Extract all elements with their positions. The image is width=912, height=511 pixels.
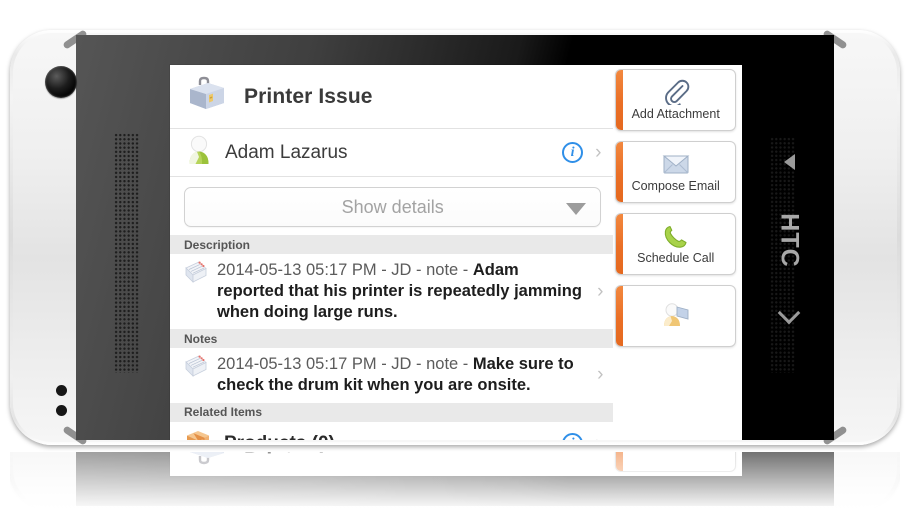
package-box-icon — [184, 427, 212, 440]
app-main-column: Printer Issue Adam Lazarus i › Show deta… — [170, 65, 614, 440]
section-header-notes: Notes — [170, 329, 614, 349]
schedule-call-button[interactable]: Schedule Call — [615, 213, 736, 275]
sensor-hole-2 — [56, 405, 67, 416]
notepad-icon — [182, 259, 208, 290]
paperclip-icon — [661, 79, 691, 105]
show-details-button[interactable]: Show details — [184, 187, 602, 227]
description-text: 2014-05-13 05:17 PM - JD - note - Adam r… — [217, 261, 582, 322]
home-chevron-icon[interactable] — [777, 301, 801, 325]
show-details-label: Show details — [341, 196, 444, 217]
phone-handset-icon — [662, 223, 690, 249]
section-header-related-items: Related Items — [170, 402, 614, 422]
briefcase-icon — [186, 76, 228, 117]
reflection-fade — [10, 452, 900, 511]
description-row[interactable]: 2014-05-13 05:17 PM - JD - note - Adam r… — [170, 254, 613, 329]
compose-email-label: Compose Email — [631, 179, 720, 193]
products-label: Products (0) — [224, 433, 550, 440]
front-camera-icon — [45, 66, 77, 98]
envelope-icon — [660, 151, 692, 177]
page-title: Printer Issue — [244, 84, 373, 108]
speaker-grille-left — [114, 133, 140, 373]
back-triangle-icon[interactable] — [783, 154, 795, 170]
phone-branding-column: HTC — [766, 35, 812, 440]
chevron-right-icon: › — [595, 434, 601, 440]
notes-row[interactable]: 2014-05-13 05:17 PM - JD - note - Make s… — [170, 348, 613, 402]
screenshot-stage: Printer Issue Adam Lazarus i › Show deta… — [0, 0, 912, 511]
notes-text: 2014-05-13 05:17 PM - JD - note - Make s… — [217, 355, 574, 395]
htc-phone-device: Printer Issue Adam Lazarus i › Show deta… — [10, 29, 900, 446]
app-header: Printer Issue — [170, 65, 614, 129]
section-header-description: Description — [170, 235, 614, 254]
add-attachment-button[interactable]: Add Attachment — [615, 69, 736, 131]
device-reflection: Printer Issue Adam Lazarus i › — [10, 452, 900, 511]
chevron-right-icon: › — [597, 364, 604, 386]
info-circle-icon[interactable]: i — [562, 142, 584, 163]
person-task-icon — [661, 302, 691, 328]
caret-down-icon — [566, 203, 587, 215]
contact-name: Adam Lazarus — [225, 141, 348, 163]
person-icon — [186, 135, 213, 170]
compose-email-button[interactable]: Compose Email — [615, 141, 736, 203]
details-toggle-wrapper: Show details — [170, 177, 613, 235]
add-attachment-label: Add Attachment — [631, 107, 720, 121]
htc-logo: HTC — [775, 213, 804, 268]
chevron-right-icon: › — [595, 142, 602, 163]
products-row[interactable]: Products (0) i › — [170, 422, 613, 440]
phone-bezel: Printer Issue Adam Lazarus i › Show deta… — [76, 35, 834, 440]
sensor-hole-1 — [56, 385, 67, 396]
phone-screen: Printer Issue Adam Lazarus i › Show deta… — [170, 65, 742, 440]
contact-row[interactable]: Adam Lazarus i › — [170, 129, 614, 177]
schedule-call-label: Schedule Call — [637, 251, 715, 265]
notepad-icon — [182, 353, 208, 384]
action-sidebar: Add Attachment Compose Email Schedule Ca… — [613, 65, 742, 440]
info-circle-icon[interactable]: i — [562, 433, 584, 440]
assign-task-button[interactable] — [615, 285, 736, 347]
chevron-right-icon: › — [597, 280, 604, 302]
